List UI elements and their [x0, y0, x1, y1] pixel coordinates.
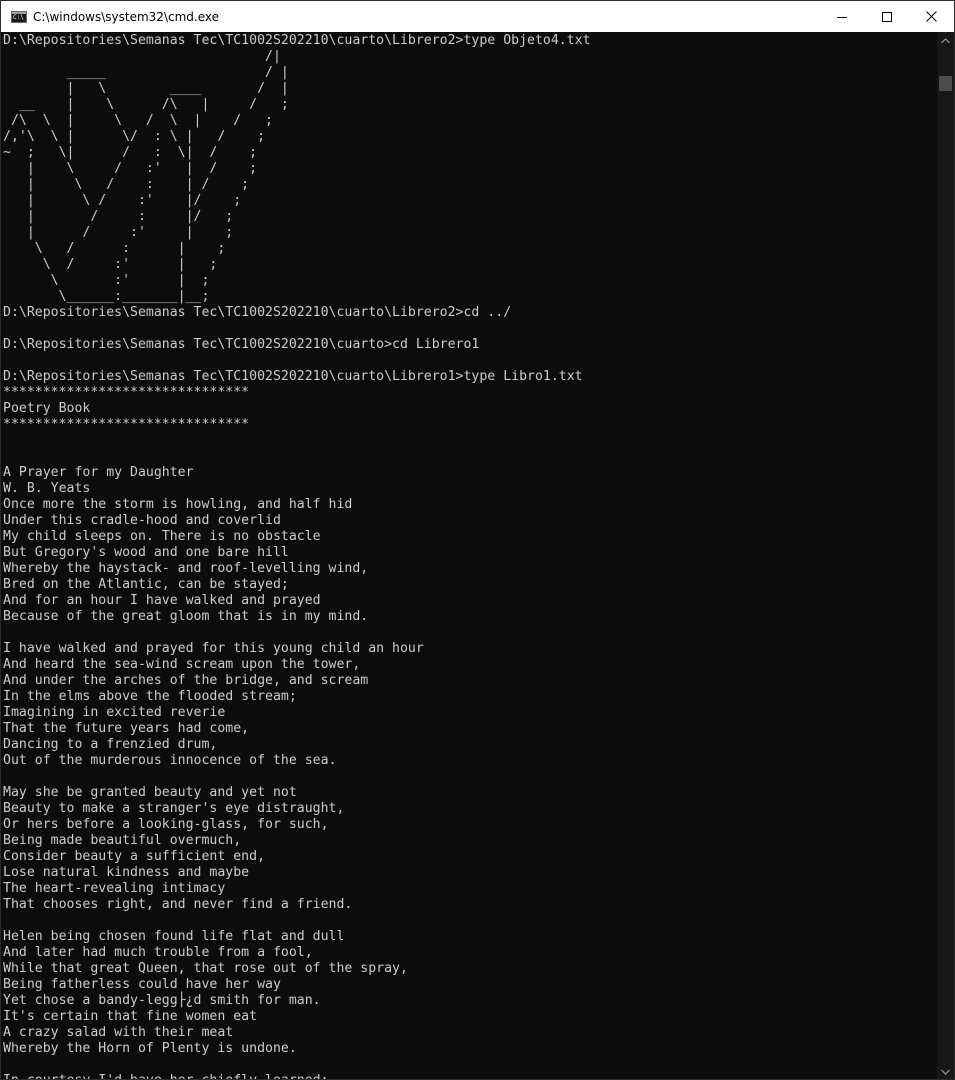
console-line: | / :' | ; [3, 225, 234, 240]
console-line: And later had much trouble from a fool, [3, 945, 313, 960]
console-line: Or hers before a looking-glass, for such… [3, 817, 329, 832]
console-line: D:\Repositories\Semanas Tec\TC1002S20221… [3, 305, 512, 320]
scroll-down-button[interactable] [937, 1063, 954, 1079]
cmd-window: C:\ C:\windows\system32\cmd.exe D:\Repos [0, 0, 955, 1080]
console-line: Being made beautiful overmuch, [3, 833, 242, 848]
minimize-button[interactable] [819, 1, 864, 32]
console-line: D:\Repositories\Semanas Tec\TC1002S20221… [3, 337, 480, 352]
console-line: ~ ; \| / : \| / ; [3, 145, 258, 160]
console-line: \ / : | ; [3, 241, 226, 256]
console-line: A crazy salad with their meat [3, 1025, 234, 1040]
console-line: /\ \ | \ / \ | / ; [3, 113, 273, 128]
chevron-down-icon [941, 1069, 950, 1075]
console-line: Bred on the Atlantic, can be stayed; [3, 577, 289, 592]
console-line: And heard the sea-wind scream upon the t… [3, 657, 361, 672]
vertical-scrollbar[interactable] [937, 32, 954, 1079]
console-line: Once more the storm is howling, and half… [3, 497, 353, 512]
console-line: | \ / :' | / ; [3, 161, 258, 176]
console-line: Beauty to make a stranger's eye distraug… [3, 801, 345, 816]
window-title: C:\windows\system32\cmd.exe [33, 9, 219, 24]
console-line: Poetry Book [3, 401, 91, 416]
console-line: | \ ____ / | [3, 81, 289, 96]
console-line: Imagining in excited reverie [3, 705, 226, 720]
console-line: Whereby the haystack- and roof-levelling… [3, 561, 369, 576]
console-line: Whereby the Horn of Plenty is undone. [3, 1041, 297, 1056]
title-bar[interactable]: C:\ C:\windows\system32\cmd.exe [1, 1, 954, 32]
console-line: W. B. Yeats [3, 481, 91, 496]
console-line: In courtesy I'd have her chiefly learned… [3, 1073, 936, 1079]
console-line: And for an hour I have walked and prayed [3, 593, 321, 608]
console-line: While that great Queen, that rose out of… [3, 961, 408, 976]
scrollbar-thumb[interactable] [939, 76, 952, 91]
console-line: D:\Repositories\Semanas Tec\TC1002S20221… [3, 33, 591, 48]
console-line: /,'\ \ | \/ : \ | / ; [3, 129, 266, 144]
console-line: In the elms above the flooded stream; [3, 689, 297, 704]
maximize-button[interactable] [864, 1, 909, 32]
maximize-icon [881, 11, 892, 22]
console-line: D:\Repositories\Semanas Tec\TC1002S20221… [3, 369, 583, 384]
console-line: Consider beauty a sufficient end, [3, 849, 266, 864]
console-line: May she be granted beauty and yet not [3, 785, 297, 800]
console-line: \ / :' | ; [3, 257, 218, 272]
console-line: I have walked and prayed for this young … [3, 641, 424, 656]
console-line: That chooses right, and never find a fri… [3, 897, 353, 912]
scroll-up-button[interactable] [937, 32, 954, 49]
console-line: Being fatherless could have her way [3, 977, 281, 992]
console-line: The heart-revealing intimacy [3, 881, 226, 896]
console-line: \ :' | ; [3, 273, 210, 288]
console-line: Helen being chosen found life flat and d… [3, 929, 345, 944]
minimize-icon [836, 16, 847, 18]
close-icon [926, 11, 937, 22]
console-line: | / : |/ ; [3, 209, 234, 224]
console-app-icon[interactable]: C:\ [11, 10, 27, 23]
console-line: Out of the murderous innocence of the se… [3, 753, 337, 768]
console-line: It's certain that fine women eat [3, 1009, 258, 1024]
console-line: But Gregory's wood and one bare hill [3, 545, 289, 560]
console-output[interactable]: D:\Repositories\Semanas Tec\TC1002S20221… [3, 33, 936, 1079]
console-line: ******************************* [3, 417, 250, 432]
console-line: Dancing to a frenzied drum, [3, 737, 218, 752]
console-line: Because of the great gloom that is in my… [3, 609, 369, 624]
console-line: That the future years had come, [3, 721, 250, 736]
console-line: And under the arches of the bridge, and … [3, 673, 369, 688]
console-line: | \ / : | / ; [3, 177, 250, 192]
console-line: Under this cradle-hood and coverlid [3, 513, 281, 528]
window-controls [819, 1, 954, 32]
console-line: ******************************* [3, 385, 250, 400]
console-line: | \ / :' |/ ; [3, 193, 242, 208]
console-line: Yet chose a bandy-legg├¿d smith for man. [3, 993, 321, 1008]
close-button[interactable] [909, 1, 954, 32]
chevron-up-icon [941, 37, 950, 43]
console-line: /| [3, 49, 281, 64]
console-line: \______:_______|__; [3, 289, 210, 304]
console-line: My child sleeps on. There is no obstacle [3, 529, 321, 544]
console-line: A Prayer for my Daughter [3, 465, 194, 480]
console-line: __ | \ /\ | / ; [3, 97, 289, 112]
console-line: _____ / | [3, 65, 289, 80]
console-line: Lose natural kindness and maybe [3, 865, 250, 880]
